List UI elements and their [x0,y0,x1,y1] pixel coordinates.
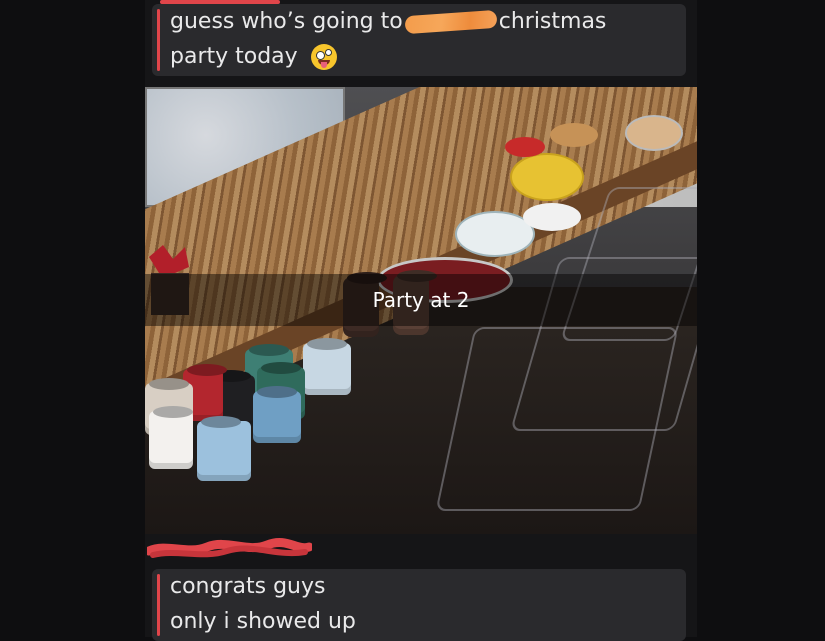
message-text-start: guess who’s going to [170,9,403,34]
mug [303,343,351,395]
message-line-2: only i showed up [170,609,356,634]
message-line-1: guess who’s going to christmas [152,4,686,39]
mug [149,411,193,469]
yellow-bowl [510,153,584,201]
white-plate [523,203,581,231]
message-text: party today [170,44,298,69]
redaction-scribble [404,9,498,35]
red-bag [505,137,545,157]
chat-message-2[interactable]: congrats guys only i showed up [152,569,686,641]
message-line-1: congrats guys [170,574,326,599]
redacted-sender-name [147,538,312,558]
sender-accent-bar [157,9,160,71]
snap-caption-text: Party at 2 [372,288,470,312]
snap-caption-bar: Party at 2 [145,274,697,326]
chat-message-1[interactable]: guess who’s going to christmas party toda… [152,4,686,76]
mug [197,421,251,481]
message-line-2: party today [152,39,686,74]
snap-photo[interactable]: Party at 2 [145,87,697,534]
zany-face-emoji-icon [310,44,337,70]
message-text-end: christmas [498,9,607,34]
mug [253,391,301,443]
snack-tray [550,123,598,147]
sender-accent-bar [157,574,160,636]
cookie-bowl [625,115,683,151]
